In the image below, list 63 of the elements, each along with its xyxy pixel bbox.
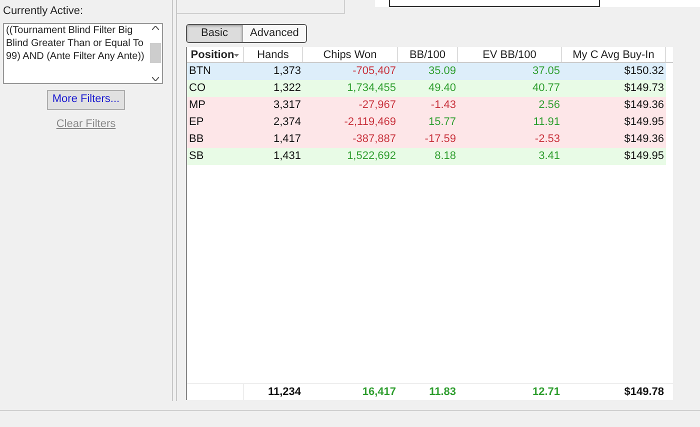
scroll-up-icon[interactable] — [152, 26, 158, 30]
table-cell-text: 1,322 — [272, 81, 302, 96]
table-row[interactable]: CO 1,322 1,734,455 49.40 40.77 $149.73 — [187, 80, 666, 97]
table-cell-text: 8.18 — [434, 149, 457, 164]
column-header[interactable]: My C Avg Buy-In — [562, 47, 666, 62]
total-cell-text: 12.71 — [531, 384, 561, 400]
view-tab[interactable]: Advanced — [242, 25, 306, 42]
scroll-down-icon[interactable] — [152, 76, 158, 80]
table-cell-text: $149.36 — [623, 132, 665, 148]
table-cell-text: -705,407 — [352, 64, 397, 80]
table-cell-text: -2,119,469 — [343, 115, 397, 130]
column-header[interactable]: Position — [187, 47, 244, 62]
view-tab[interactable]: Basic — [187, 25, 242, 42]
table-cell-text: 1,417 — [272, 132, 302, 148]
table-cell-text: 2.56 — [538, 98, 561, 114]
filter-text-box[interactable]: ((Tournament Blind Filter Big Blind Greater Than or Equal To 99) AND (Ante Filter Any Ante)) — [3, 22, 163, 84]
table-cell-text: -387,887 — [352, 132, 397, 148]
input-field[interactable] — [389, 0, 600, 7]
table-cell-text: -17.59 — [424, 132, 457, 148]
table-cell-text: 2,374 — [272, 115, 302, 130]
table-cell-text: 11.91 — [532, 115, 561, 130]
sort-icon — [234, 54, 240, 57]
table-cell-text: $149.95 — [623, 115, 665, 130]
total-cell-text: 11,234 — [266, 384, 302, 400]
total-cell-text: 11.83 — [428, 384, 457, 400]
table-cell-text: $149.73 — [623, 81, 665, 96]
table-cell-text: $149.36 — [623, 98, 665, 114]
table-cell-text: 1,373 — [272, 64, 302, 80]
table-cell-text: SB — [188, 149, 205, 164]
filters-heading: Currently Active: — [2, 4, 84, 19]
column-header[interactable]: Chips Won — [303, 47, 398, 62]
scrollbar-thumb[interactable] — [150, 43, 160, 63]
table-cell-text: 3.41 — [538, 149, 561, 164]
table-row[interactable]: MP 3,317 -27,967 -1.43 2.56 $149.36 — [187, 97, 666, 114]
table-cell-text: $150.32 — [623, 64, 665, 80]
column-header[interactable]: BB/100 — [398, 47, 458, 62]
table-cell-text: -2.53 — [534, 132, 561, 148]
table-cell-text: 1,522,692 — [346, 149, 397, 164]
column-header[interactable]: Hands — [244, 47, 303, 62]
total-cell-text: 16,417 — [361, 384, 397, 400]
table-row[interactable]: BB 1,417 -387,887 -17.59 -2.53 $149.36 — [187, 131, 666, 148]
column-header[interactable]: EV BB/100 — [458, 47, 562, 62]
table-cell-text: BTN — [188, 64, 212, 80]
table-row[interactable]: SB 1,431 1,522,692 8.18 3.41 $149.95 — [187, 148, 666, 165]
table-row[interactable]: EP 2,374 -2,119,469 15.77 11.91 $149.95 — [187, 114, 666, 131]
table-cell-text: 40.77 — [531, 81, 561, 96]
table-cell-text: BB — [188, 132, 205, 148]
table-cell-text: 1,431 — [272, 149, 302, 164]
table-cell-text: 49.40 — [427, 81, 457, 96]
table-cell-text: CO — [188, 81, 206, 96]
more-filters-button[interactable]: More Filters... — [47, 90, 125, 110]
table-cell-text: $149.95 — [623, 149, 665, 164]
table-cell-text: 3,317 — [272, 98, 302, 114]
table-cell-text: 37.05 — [531, 64, 561, 80]
table-cell-text: MP — [188, 98, 206, 114]
table-cell-text: 35.09 — [427, 64, 457, 80]
table-row[interactable]: BTN 1,373 -705,407 35.09 37.05 $150.32 — [187, 63, 666, 80]
table-cell-text: -1.43 — [430, 98, 457, 114]
table-cell-text: -27,967 — [358, 98, 397, 114]
total-cell-text: $149.78 — [623, 384, 665, 400]
table-cell-text: EP — [188, 115, 205, 130]
table-cell-text: 15.77 — [427, 115, 457, 130]
table-cell-text: 1,734,455 — [346, 81, 397, 96]
